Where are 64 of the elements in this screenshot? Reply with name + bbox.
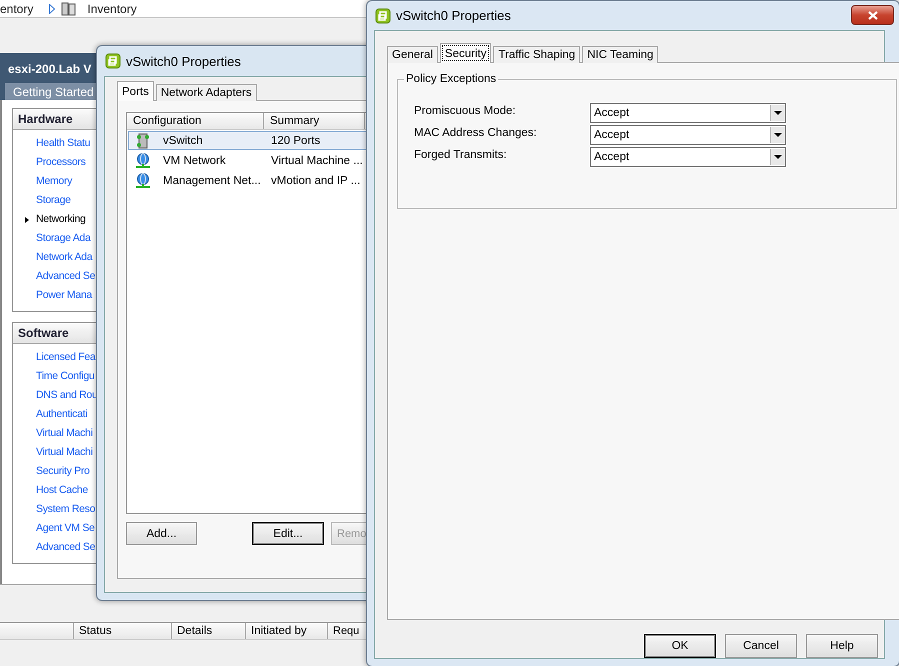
- sidebar-link[interactable]: System Reso: [36, 503, 96, 515]
- tab[interactable]: General: [387, 46, 438, 63]
- app-logo-icon: [105, 53, 121, 69]
- list-row[interactable]: vSwitch 120 Ports: [128, 131, 367, 150]
- tab[interactable]: Traffic Shaping: [493, 46, 580, 63]
- table-cell: 120 Ports: [271, 134, 320, 146]
- column-header[interactable]: Details: [172, 623, 246, 639]
- sidebar-link[interactable]: Advanced Se: [36, 270, 96, 282]
- sidebar-link[interactable]: Virtual Machi: [36, 446, 93, 458]
- tab[interactable]: Network Adapters: [156, 84, 257, 101]
- tab[interactable]: NIC Teaming: [582, 46, 658, 63]
- tab[interactable]: Ports: [117, 81, 154, 101]
- switch-icon: [135, 132, 151, 148]
- close-button[interactable]: [851, 5, 894, 25]
- sidebar-link[interactable]: Virtual Machi: [36, 427, 93, 439]
- globe-icon: [135, 152, 151, 168]
- column-header[interactable]: Summary: [264, 113, 365, 129]
- host-title: esxi-200.Lab V: [8, 62, 92, 76]
- field-label: Promiscuous Mode:: [414, 105, 517, 117]
- group-title: Policy Exceptions: [404, 73, 498, 85]
- list-row[interactable]: VM Network Virtual Machine ...: [128, 151, 367, 170]
- sidebar-link[interactable]: Agent VM Se: [36, 522, 95, 534]
- globe-icon: [135, 172, 151, 188]
- field-label: MAC Address Changes:: [414, 127, 538, 139]
- sidebar-link[interactable]: Health Statu: [36, 137, 90, 149]
- dialog-button[interactable]: OK: [644, 634, 716, 658]
- dialog-button[interactable]: Add...: [126, 522, 197, 545]
- dialog-button[interactable]: Edit...: [252, 522, 324, 545]
- sidebar-link[interactable]: Power Mana: [36, 289, 92, 301]
- dropdown[interactable]: Accept: [590, 125, 786, 145]
- field-label: Forged Transmits:: [414, 149, 508, 161]
- close-icon: [868, 10, 878, 20]
- column-header[interactable]: Initiated by: [246, 623, 328, 639]
- sidebar-link[interactable]: Time Configu: [36, 370, 94, 382]
- sidebar-link[interactable]: Advanced Se: [36, 541, 96, 553]
- table-cell-text: vSwitch: [163, 134, 204, 146]
- column-header[interactable]: Status: [74, 623, 172, 639]
- sidebar-link[interactable]: Security Pro: [36, 465, 90, 477]
- column-header[interactable]: Configuration: [127, 113, 264, 129]
- triangle-icon: [49, 4, 56, 14]
- sidebar-link[interactable]: Processors: [36, 156, 86, 168]
- table-cell-text: Management Net...: [163, 174, 262, 186]
- dropdown[interactable]: Accept: [590, 103, 786, 123]
- breadcrumb-link[interactable]: entory: [0, 2, 34, 16]
- breadcrumb-link[interactable]: Inventory: [87, 2, 137, 16]
- tab[interactable]: Security: [440, 43, 492, 63]
- table-cell: Virtual Machine ...: [271, 154, 363, 166]
- dialog-button[interactable]: Help: [806, 634, 878, 658]
- window-title: vSwitch0 Properties: [396, 8, 511, 23]
- sidebar-link[interactable]: Networking: [36, 213, 86, 225]
- sidebar-link[interactable]: Memory: [36, 175, 72, 187]
- sidebar-link[interactable]: Network Ada: [36, 251, 92, 263]
- sidebar-link[interactable]: Host Cache: [36, 484, 88, 496]
- dropdown[interactable]: Accept: [590, 147, 786, 167]
- sidebar-link[interactable]: Storage: [36, 194, 71, 206]
- table-cell-text: VM Network: [163, 154, 227, 166]
- window-title: vSwitch0 Properties: [126, 54, 241, 68]
- list-row[interactable]: Management Net... vMotion and IP ...: [128, 171, 367, 190]
- table-cell: vMotion and IP ...: [271, 174, 360, 186]
- app-logo-icon: [375, 8, 391, 24]
- dialog-button[interactable]: Cancel: [725, 634, 797, 658]
- sidebar-link[interactable]: Storage Ada: [36, 232, 90, 244]
- sidebar-link[interactable]: Authenticati: [36, 408, 88, 420]
- sidebar-link[interactable]: Licensed Fea: [36, 351, 96, 363]
